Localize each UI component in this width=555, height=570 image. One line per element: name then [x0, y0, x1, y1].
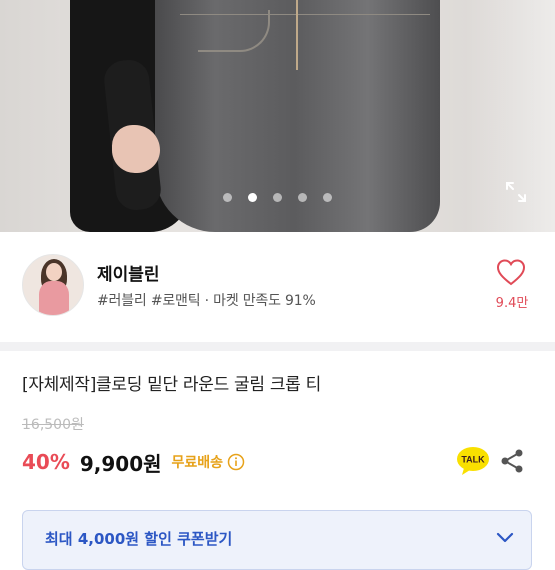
gallery-dot[interactable] [223, 193, 232, 202]
section-divider [0, 342, 555, 351]
heart-icon[interactable] [496, 258, 526, 286]
image-seam [296, 0, 298, 70]
product-title: [자체제작]클로딩 밑단 라운드 굴림 크롭 티 [22, 375, 321, 395]
info-icon[interactable] [227, 453, 245, 471]
kakao-talk-label: TALK [461, 455, 485, 465]
original-price: 16,500원 [22, 417, 84, 433]
product-image[interactable] [0, 0, 555, 232]
coupon-download-button[interactable]: 최대 4,000원 할인 쿠폰받기 [22, 510, 532, 570]
gallery-dot-active[interactable] [248, 193, 257, 202]
image-hand [112, 125, 160, 173]
gallery-pagination [0, 193, 555, 205]
coupon-label: 최대 4,000원 할인 쿠폰받기 [45, 530, 233, 548]
gallery-dot[interactable] [273, 193, 282, 202]
gallery-dot[interactable] [323, 193, 332, 202]
like-count: 9.4만 [495, 296, 529, 311]
sale-price: 9,900원 [79, 451, 162, 476]
seller-name[interactable]: 제이블린 [97, 260, 160, 285]
free-shipping-label: 무료배송 [171, 455, 224, 471]
kakao-talk-icon[interactable]: TALK [456, 446, 490, 476]
price-row: 40% 9,900원 무료배송 [22, 448, 245, 476]
gallery-dot[interactable] [298, 193, 307, 202]
seller-avatar[interactable] [22, 254, 84, 316]
seller-section: 제이블린 #러블리 #로맨틱 · 마켓 만족도 91% 9.4만 [0, 232, 555, 342]
share-icon[interactable] [499, 448, 525, 474]
avatar-face [46, 263, 62, 281]
expand-icon[interactable] [504, 180, 528, 204]
seller-tags: #러블리 #로맨틱 · 마켓 만족도 91% [97, 293, 316, 309]
chevron-down-icon [496, 532, 514, 543]
avatar-dress [39, 281, 69, 315]
discount-rate: 40% [22, 450, 70, 474]
